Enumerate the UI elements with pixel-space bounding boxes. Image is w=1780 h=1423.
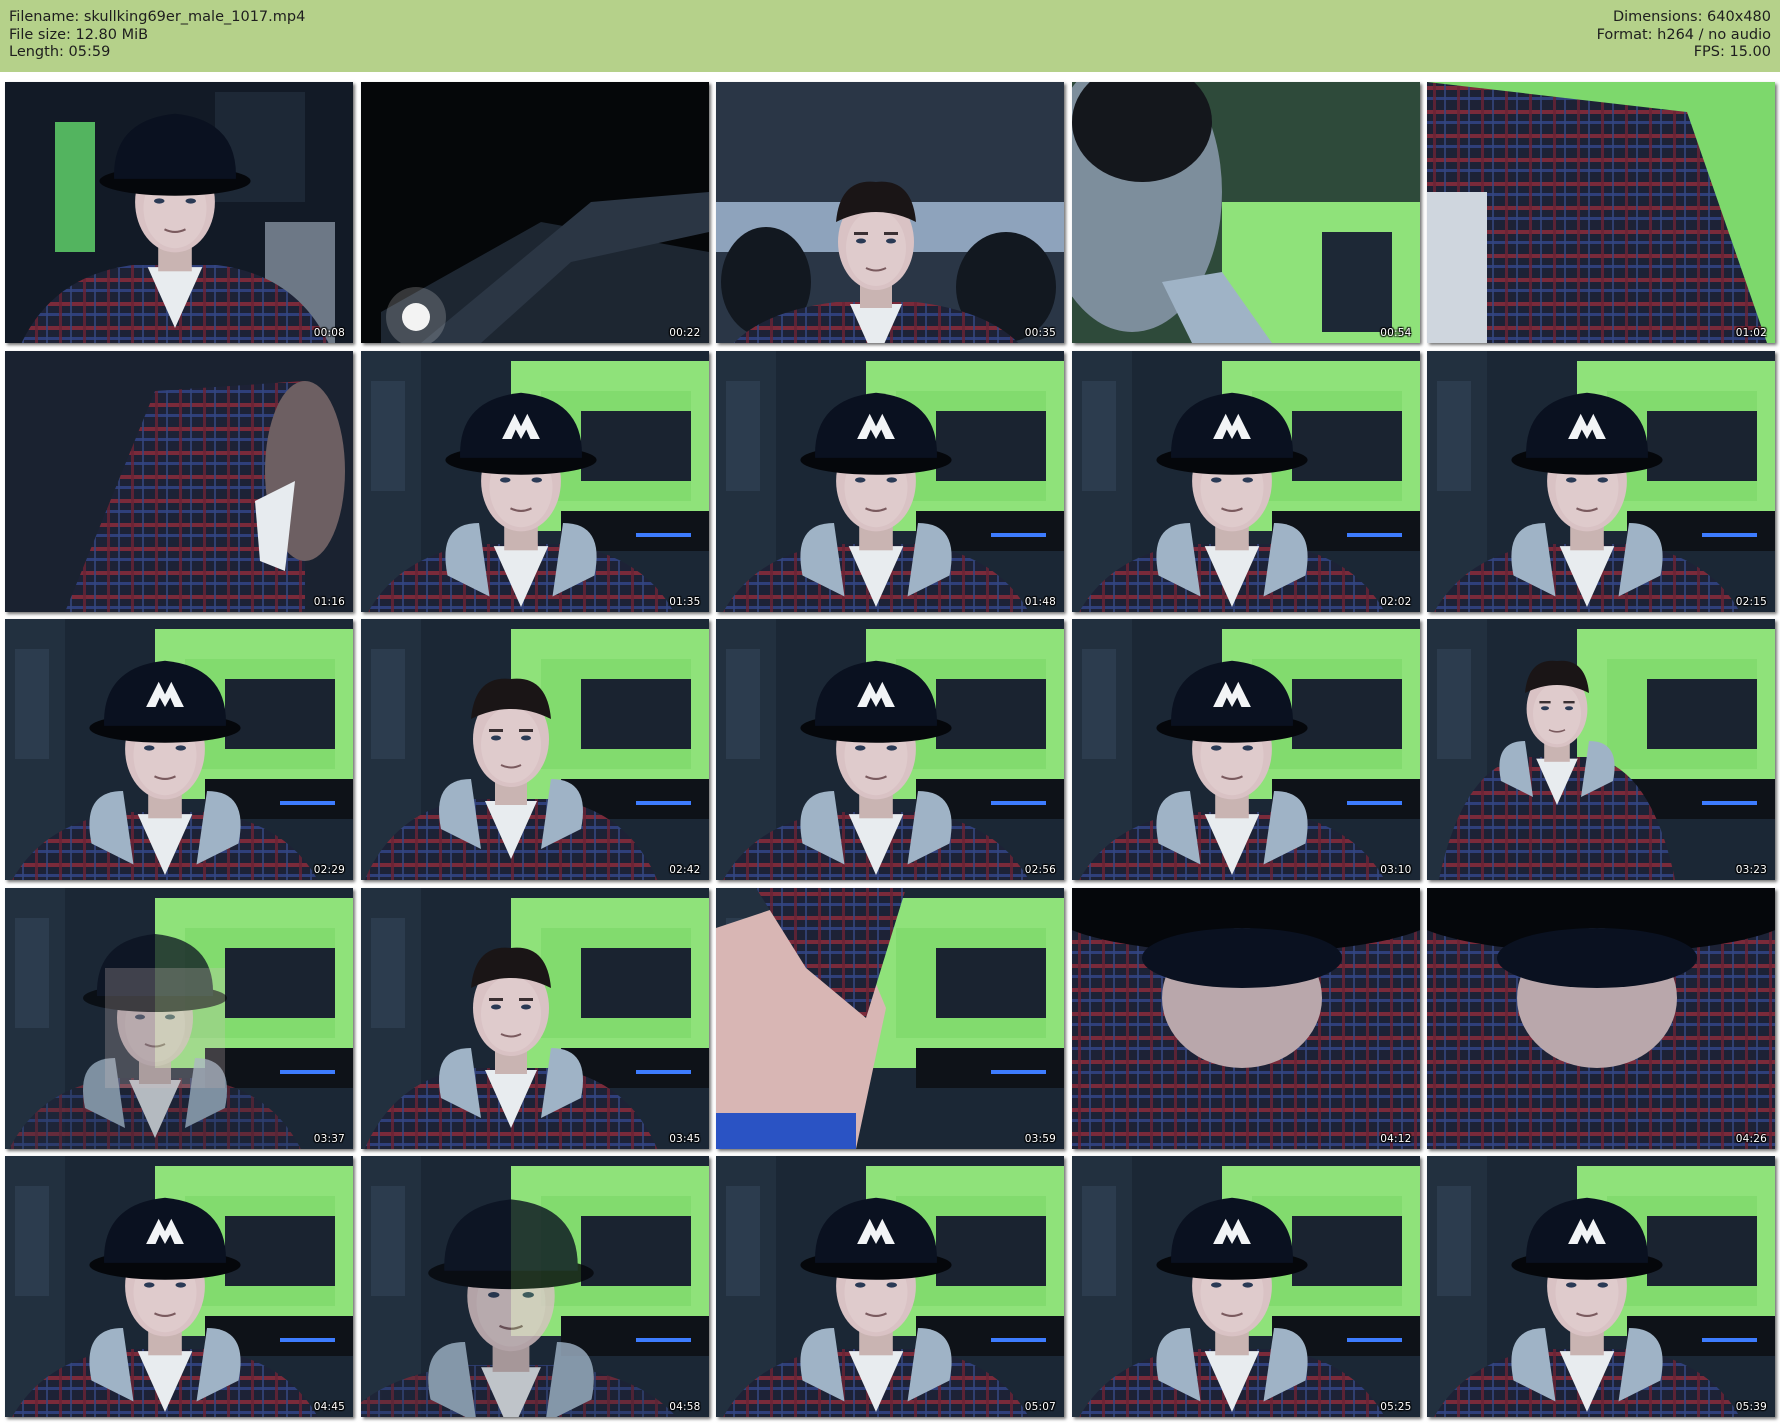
- thumbnail-frame-image: [360, 1156, 709, 1417]
- thumbnail: 00:54: [1071, 82, 1420, 343]
- thumbnail-frame-image: [716, 82, 1064, 343]
- thumbnail-frame-image: [1071, 619, 1420, 880]
- thumbnail-timestamp: 01:02: [1735, 327, 1767, 339]
- thumbnail-frame-image: [1427, 82, 1775, 343]
- thumbnail-timestamp: 01:35: [669, 595, 701, 608]
- thumbnail: 04:58: [360, 1156, 709, 1417]
- thumbnail-frame-image: [5, 1156, 353, 1417]
- thumbnail-frame-image: [360, 82, 709, 343]
- thumbnail-timestamp: 04:58: [669, 1401, 701, 1413]
- file-info: Filename: skullking69er_male_1017.mp4 Fi…: [9, 9, 305, 62]
- thumbnail-frame-image: [716, 1156, 1064, 1417]
- thumbnail-frame-image: [1071, 350, 1420, 612]
- thumbnail: 03:59: [716, 887, 1064, 1149]
- thumbnail-timestamp: 00:54: [1380, 327, 1412, 339]
- thumbnail-frame-image: [1427, 1156, 1775, 1417]
- thumbnail: 04:26: [1427, 887, 1775, 1149]
- thumbnail-frame-image: [5, 619, 353, 880]
- thumbnail: 05:39: [1427, 1156, 1775, 1417]
- thumbnail-frame-image: [716, 887, 1064, 1149]
- thumbnail-timestamp: 05:07: [1024, 1401, 1056, 1413]
- thumbnail: 02:15: [1427, 350, 1775, 612]
- thumbnail-frame-image: [5, 350, 353, 612]
- thumbnail: 03:10: [1071, 619, 1420, 880]
- thumbnail-frame-image: [360, 619, 709, 880]
- video-info: Dimensions: 640x480 Format: h264 / no au…: [1597, 9, 1771, 62]
- thumbnail: 05:07: [716, 1156, 1064, 1417]
- thumbnail-timestamp: 03:45: [669, 1132, 701, 1145]
- thumbnail-timestamp: 04:26: [1735, 1132, 1767, 1145]
- thumbnail-timestamp: 00:35: [1024, 327, 1056, 339]
- thumbnail-grid: 00:08 00:22 00:35 00:54 01:02 01:16 01:3…: [5, 82, 1775, 1418]
- fps-text: FPS: 15.00: [1693, 44, 1771, 60]
- thumbnail: 00:22: [360, 82, 709, 343]
- thumbnail-timestamp: 01:48: [1024, 595, 1056, 608]
- thumbnail: 02:42: [360, 619, 709, 880]
- format-text: Format: h264 / no audio: [1596, 26, 1771, 43]
- thumbnail: 01:16: [5, 350, 353, 612]
- thumbnail-frame-image: [716, 350, 1064, 612]
- thumbnail-frame-image: [1427, 619, 1775, 880]
- thumbnail-timestamp: 02:29: [313, 864, 345, 876]
- thumbnail-timestamp: 02:02: [1380, 595, 1412, 608]
- dimensions-text: Dimensions: 640x480: [1612, 9, 1771, 25]
- info-header: Filename: skullking69er_male_1017.mp4 Fi…: [0, 0, 1780, 72]
- thumbnail-timestamp: 03:37: [313, 1132, 345, 1145]
- thumbnail: 02:29: [5, 619, 353, 880]
- thumbnail: 03:37: [5, 887, 353, 1149]
- thumbnail-frame-image: [716, 619, 1064, 880]
- thumbnail-frame-image: [1071, 1156, 1420, 1417]
- filename-text: Filename: skullking69er_male_1017.mp4: [9, 9, 306, 25]
- thumbnail-timestamp: 04:45: [313, 1401, 345, 1413]
- thumbnail: 02:02: [1071, 350, 1420, 612]
- thumbnail: 02:56: [716, 619, 1064, 880]
- thumbnail-frame-image: [1071, 82, 1420, 343]
- thumbnail: 01:02: [1427, 82, 1775, 343]
- thumbnail-frame-image: [5, 887, 353, 1149]
- thumbnail: 01:48: [716, 350, 1064, 612]
- thumbnail: 01:35: [360, 350, 709, 612]
- thumbnail: 04:45: [5, 1156, 353, 1417]
- thumbnail-timestamp: 05:25: [1380, 1401, 1412, 1413]
- thumbnail-timestamp: 03:59: [1024, 1132, 1056, 1145]
- thumbnail: 00:35: [716, 82, 1064, 343]
- thumbnail: 03:23: [1427, 619, 1775, 880]
- thumbnail-frame-image: [1427, 350, 1775, 612]
- thumbnail: 03:45: [360, 887, 709, 1149]
- thumbnail-timestamp: 03:10: [1380, 864, 1412, 876]
- thumbnail-frame-image: [1071, 887, 1420, 1149]
- thumbnail-timestamp: 02:15: [1735, 595, 1767, 608]
- thumbnail: 00:08: [5, 82, 353, 343]
- thumbnail-timestamp: 00:08: [313, 327, 345, 339]
- thumbnail: 04:12: [1071, 887, 1420, 1149]
- thumbnail-timestamp: 00:22: [669, 327, 701, 339]
- thumbnail-timestamp: 04:12: [1380, 1132, 1412, 1145]
- thumbnail-timestamp: 02:56: [1024, 864, 1056, 876]
- thumbnail-frame-image: [360, 887, 709, 1149]
- thumbnail-frame-image: [1427, 887, 1775, 1149]
- length-text: Length: 05:59: [9, 44, 111, 60]
- thumbnail: 05:25: [1071, 1156, 1420, 1417]
- thumbnail-timestamp: 01:16: [313, 595, 345, 608]
- filesize-text: File size: 12.80 MiB: [9, 26, 149, 43]
- thumbnail-frame-image: [360, 350, 709, 612]
- thumbnail-timestamp: 02:42: [669, 864, 701, 876]
- thumbnail-timestamp: 05:39: [1735, 1401, 1767, 1413]
- thumbnail-timestamp: 03:23: [1735, 864, 1767, 876]
- thumbnail-frame-image: [5, 82, 353, 343]
